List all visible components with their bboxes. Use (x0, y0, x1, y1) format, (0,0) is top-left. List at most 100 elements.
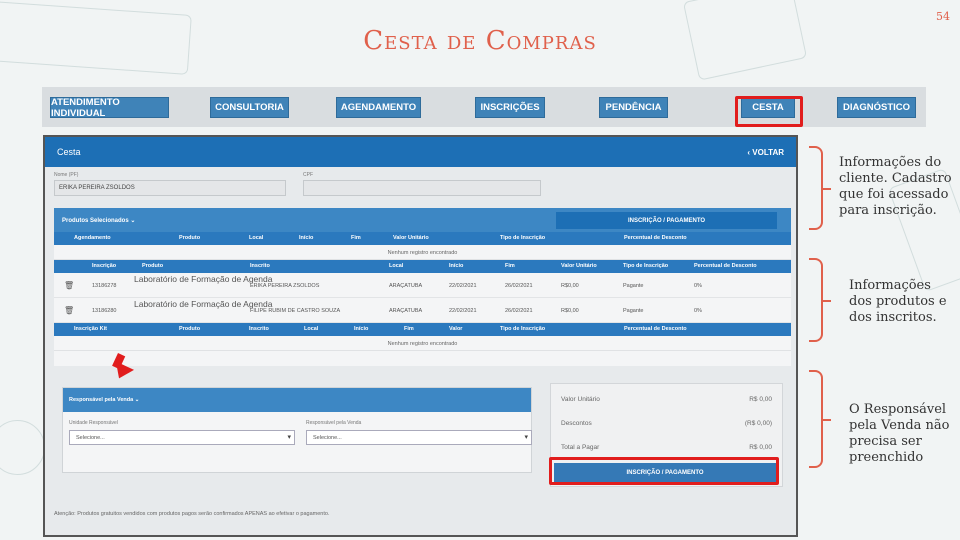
table2-header: Inscrição Produto Inscrito Local Início … (54, 260, 791, 273)
nav-pendencia-button[interactable]: PENDÊNCIA (599, 97, 668, 118)
total-discount-value: (R$ 0,00) (744, 420, 772, 427)
total-unit-value: R$ 0,00 (749, 396, 772, 403)
back-button[interactable]: ‹ VOLTAR (747, 148, 784, 157)
cpf-label: CPF (303, 172, 313, 178)
row-person: FILIPE RUBIM DE CASTRO SOUZA (250, 308, 341, 314)
total-discount-row: Descontos (R$ 0,00) (561, 420, 772, 427)
total-pay-label: Total a Pagar (561, 444, 600, 451)
table3-col-local: Local (304, 326, 319, 332)
table2-col-tipo: Tipo de Inscrição (623, 263, 669, 269)
row-type: Pagante (623, 283, 644, 289)
row-local: ARAÇATUBA (389, 283, 423, 289)
table3-col-desconto: Percentual de Desconto (624, 326, 687, 332)
sales-responsible-toggle[interactable]: Responsável pela Venda ⌄ (63, 388, 531, 412)
table2-col-inscricao: Inscrição (92, 263, 117, 269)
table3-col-inscrito: Inscrito (249, 326, 269, 332)
nav-diagnostico-button[interactable]: DIAGNÓSTICO (837, 97, 916, 118)
cesta-header: Cesta ‹ VOLTAR (45, 137, 796, 167)
row-local: ARAÇATUBA (389, 308, 423, 314)
row-product: Laboratório de Formação de Agenda (134, 299, 273, 309)
cup-doodle (0, 420, 45, 475)
table3-col-kit: Inscrição Kit (74, 326, 108, 332)
row-start: 22/02/2021 (449, 308, 477, 314)
nav-atendimento-individual-button[interactable]: ATENDIMENTO INDIVIDUAL (50, 97, 169, 119)
bracket-client (809, 146, 831, 230)
pay-button-highlight-box (549, 457, 779, 485)
table2-col-produto: Produto (142, 263, 164, 269)
sales-responsible-panel: Responsável pela Venda ⌄ Unidade Respons… (62, 387, 532, 473)
row-product: Laboratório de Formação de Agenda (134, 274, 273, 284)
footer-note: Atenção: Produtos gratuitos vendidos com… (54, 511, 330, 517)
table1-col-desconto: Percentual de Desconto (624, 235, 687, 241)
table1-col-fim: Fim (351, 235, 361, 241)
table3-col-produto: Produto (179, 326, 201, 332)
row-discount: 0% (694, 283, 702, 289)
products-panel: Produtos Selecionados ⌄ INSCRIÇÃO / PAGA… (54, 208, 791, 366)
row-code: 13186278 (92, 283, 117, 289)
row-type: Pagante (623, 308, 644, 314)
row-discount: 0% (694, 308, 702, 314)
row-end: 26/02/2021 (505, 283, 533, 289)
table1-col-produto: Produto (179, 235, 201, 241)
table2-col-local: Local (389, 263, 404, 269)
table3-col-inicio: Início (354, 326, 369, 332)
table2-col-fim: Fim (505, 263, 515, 269)
slide-number: 54 (936, 10, 950, 23)
table2-col-valor: Valor Unitário (561, 263, 597, 269)
row-start: 22/02/2021 (449, 283, 477, 289)
table2-col-inicio: Início (449, 263, 464, 269)
total-pay-value: R$ 0,00 (749, 444, 772, 451)
table2-col-desconto: Percentual de Desconto (694, 263, 757, 269)
chevron-down-icon: ▾ (524, 434, 528, 441)
nav-inscricoes-button[interactable]: INSCRIÇÕES (475, 97, 545, 118)
row-code: 13186280 (92, 308, 117, 314)
name-field[interactable]: ERIKA PEREIRA ZSOLDOS (54, 180, 286, 196)
total-pay-row: Total a Pagar R$ 0,00 (561, 444, 772, 451)
nav-agendamento-button[interactable]: AGENDAMENTO (336, 97, 421, 118)
row-value: R$0,00 (561, 283, 579, 289)
seller-select-value: Selecione... (313, 435, 342, 441)
table-row: 🗑 13186280 Laboratório de Formação de Ag… (54, 298, 791, 323)
table1-col-inicio: Início (299, 235, 314, 241)
table1-col-valor: Valor Unitário (393, 235, 429, 241)
top-pay-button[interactable]: INSCRIÇÃO / PAGAMENTO (556, 212, 777, 229)
table3-col-valor: Valor (449, 326, 463, 332)
bracket-products (809, 258, 831, 342)
name-label: Nome (PF) (54, 172, 79, 178)
table1-header: Agendamento Produto Local Início Fim Val… (54, 232, 791, 245)
note-responsible: O Responsável pela Venda não precisa ser… (849, 402, 950, 465)
seller-select[interactable]: Selecione... ▾ (306, 430, 532, 445)
note-client: Informações do cliente. Cadastro que foi… (839, 155, 952, 218)
table1-col-agendamento: Agendamento (74, 235, 111, 241)
products-selected-toggle[interactable]: Produtos Selecionados ⌄ (62, 217, 135, 224)
note-products: Informações dos produtos e dos inscritos… (849, 278, 947, 325)
unit-label: Unidade Responsável (69, 420, 118, 426)
table1-col-tipo: Tipo de Inscrição (500, 235, 546, 241)
row-value: R$0,00 (561, 308, 579, 314)
trash-icon[interactable]: 🗑 (64, 306, 74, 315)
seller-label: Responsável pela Venda (306, 420, 362, 426)
trash-icon[interactable]: 🗑 (64, 281, 74, 290)
table3-header: Inscrição Kit Produto Inscrito Local Iní… (54, 323, 791, 336)
total-discount-label: Descontos (561, 420, 592, 427)
table3-empty-row: Nenhum registro encontrado (54, 336, 791, 351)
cpf-field[interactable] (303, 180, 541, 196)
chevron-down-icon: ▾ (287, 434, 291, 441)
bracket-responsible (809, 370, 831, 468)
total-unit-row: Valor Unitário R$ 0,00 (561, 396, 772, 403)
nav-consultoria-button[interactable]: CONSULTORIA (210, 97, 289, 118)
table2-col-inscrito: Inscrito (250, 263, 270, 269)
table-row: 🗑 13186278 Laboratório de Formação de Ag… (54, 273, 791, 298)
slide-title: Cesta de Compras (363, 26, 597, 56)
table3-col-fim: Fim (404, 326, 414, 332)
products-selected-bar: Produtos Selecionados ⌄ INSCRIÇÃO / PAGA… (54, 208, 791, 232)
cesta-title: Cesta (57, 147, 81, 157)
table1-empty-row: Nenhum registro encontrado (54, 245, 791, 260)
row-end: 26/02/2021 (505, 308, 533, 314)
table3-col-tipo: Tipo de Inscrição (500, 326, 546, 332)
row-person: ERIKA PEREIRA ZSOLDOS (250, 283, 320, 289)
unit-select[interactable]: Selecione... ▾ (69, 430, 295, 445)
table1-col-local: Local (249, 235, 264, 241)
cesta-highlight-box (735, 96, 803, 127)
total-unit-label: Valor Unitário (561, 396, 600, 403)
